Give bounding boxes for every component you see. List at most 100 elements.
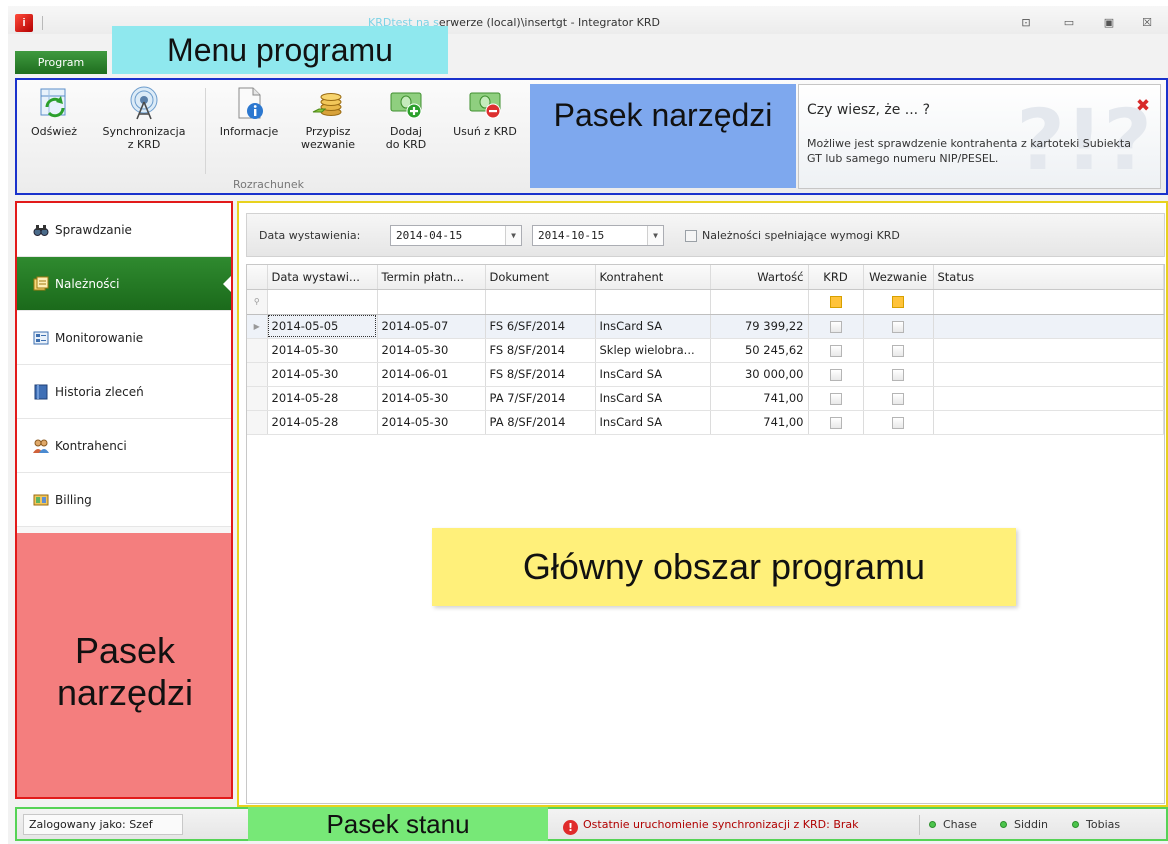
cell-status[interactable] [933, 338, 1164, 363]
cell-due-date[interactable]: 2014-05-30 [377, 386, 486, 411]
cell-document[interactable]: PA 8/SF/2014 [485, 410, 596, 435]
cell-summons[interactable] [863, 410, 934, 435]
krd-checkbox[interactable] [829, 368, 842, 381]
cell-contractor[interactable]: InsCard SA [595, 386, 711, 411]
cell-krd[interactable] [808, 362, 864, 387]
app-logo-icon[interactable]: i [15, 14, 33, 32]
maximize-icon[interactable]: ▣ [1098, 15, 1120, 31]
date-to-field[interactable]: 2014-10-15 ▼ [532, 225, 664, 246]
filter-cell[interactable] [863, 289, 934, 315]
cell-krd[interactable] [808, 314, 864, 339]
chevron-down-icon[interactable]: ▼ [647, 226, 663, 245]
filter-cell[interactable] [485, 289, 596, 315]
cell-value[interactable]: 50 245,62 [710, 338, 809, 363]
tip-close-icon[interactable]: ✖ [1134, 97, 1152, 115]
cell-status[interactable] [933, 386, 1164, 411]
summons-checkbox[interactable] [892, 344, 904, 357]
restore-icon[interactable]: ⊡ [1015, 15, 1037, 31]
nav-item-kontrahenci[interactable]: Kontrahenci [17, 419, 231, 473]
krd-filter-checkbox[interactable] [829, 296, 842, 308]
cell-issue-date[interactable]: 2014-05-30 [267, 338, 378, 363]
krd-requirements-checkbox[interactable] [685, 230, 697, 242]
receivables-icon [33, 276, 49, 290]
cell-krd[interactable] [808, 410, 864, 435]
cell-issue-date[interactable]: 2014-05-30 [267, 362, 378, 387]
cell-status[interactable] [933, 410, 1164, 435]
cell-krd[interactable] [808, 338, 864, 363]
cell-value[interactable]: 741,00 [710, 386, 809, 411]
krd-checkbox[interactable] [829, 392, 842, 405]
cell-due-date[interactable]: 2014-05-07 [377, 314, 486, 339]
filter-cell[interactable] [377, 289, 486, 315]
cell-document[interactable]: FS 6/SF/2014 [485, 314, 596, 339]
cell-issue-date[interactable]: 2014-05-05 [267, 314, 378, 339]
filter-cell[interactable] [710, 289, 809, 315]
krd-checkbox[interactable] [829, 344, 842, 357]
cell-summons[interactable] [863, 362, 934, 387]
cell-due-date[interactable]: 2014-05-30 [377, 410, 486, 435]
cell-status[interactable] [933, 362, 1164, 387]
cell-value[interactable]: 79 399,22 [710, 314, 809, 339]
cell-document[interactable]: FS 8/SF/2014 [485, 338, 596, 363]
filter-cell[interactable] [933, 289, 1164, 315]
minimize-icon[interactable]: ▭ [1058, 15, 1080, 31]
summons-checkbox[interactable] [892, 368, 904, 381]
nav-item-naleznosci[interactable]: Należności [17, 257, 231, 311]
cell-contractor[interactable]: Sklep wielobra... [595, 338, 711, 363]
summons-checkbox[interactable] [892, 392, 904, 405]
table-row[interactable]: ▶ 2014-05-05 2014-05-07 FS 6/SF/2014 InsCard… [247, 314, 1164, 339]
nav-item-historia-zlecen[interactable]: Historia zleceń [17, 365, 231, 419]
sync-krd-button[interactable]: Synchronizacja z KRD [94, 86, 194, 151]
summons-checkbox[interactable] [892, 416, 904, 429]
column-header-document[interactable]: Dokument [485, 265, 596, 290]
cell-issue-date[interactable]: 2014-05-28 [267, 410, 378, 435]
cell-value[interactable]: 741,00 [710, 410, 809, 435]
sync-krd-button-label: Synchronizacja z KRD [102, 125, 186, 151]
cell-krd[interactable] [808, 386, 864, 411]
column-header-issue-date[interactable]: Data wystawi... [267, 265, 378, 290]
table-row[interactable]: 2014-05-30 2014-06-01 FS 8/SF/2014 InsCard … [247, 362, 1164, 387]
cell-summons[interactable] [863, 338, 934, 363]
cell-value[interactable]: 30 000,00 [710, 362, 809, 387]
information-button[interactable]: Informacje [213, 86, 285, 138]
cell-contractor[interactable]: InsCard SA [595, 410, 711, 435]
column-header-krd[interactable]: KRD [808, 265, 864, 290]
date-from-field[interactable]: 2014-04-15 ▼ [390, 225, 522, 246]
cell-document[interactable]: PA 7/SF/2014 [485, 386, 596, 411]
column-header-summons[interactable]: Wezwanie [863, 265, 934, 290]
column-header-status[interactable]: Status [933, 265, 1164, 290]
remove-from-krd-button[interactable]: Usuń z KRD [447, 86, 523, 138]
assign-summons-button[interactable]: Przypisz wezwanie [293, 86, 363, 151]
nav-item-label: Billing [55, 492, 92, 507]
krd-checkbox[interactable] [829, 320, 842, 333]
summons-checkbox[interactable] [892, 320, 904, 333]
filter-cell[interactable] [808, 289, 864, 315]
cell-issue-date[interactable]: 2014-05-28 [267, 386, 378, 411]
cell-contractor[interactable]: InsCard SA [595, 314, 711, 339]
refresh-button[interactable]: Odśwież [21, 86, 87, 138]
cell-due-date[interactable]: 2014-06-01 [377, 362, 486, 387]
chevron-down-icon[interactable]: ▼ [505, 226, 521, 245]
program-menu-tab[interactable]: Program [15, 51, 107, 74]
column-header-value[interactable]: Wartość [710, 265, 809, 290]
summons-filter-checkbox[interactable] [892, 296, 904, 308]
filter-cell[interactable] [267, 289, 378, 315]
nav-item-sprawdzanie[interactable]: Sprawdzanie [17, 203, 231, 257]
column-header-contractor[interactable]: Kontrahent [595, 265, 711, 290]
table-row[interactable]: 2014-05-30 2014-05-30 FS 8/SF/2014 Sklep wi… [247, 338, 1164, 363]
nav-item-monitorowanie[interactable]: Monitorowanie [17, 311, 231, 365]
cell-contractor[interactable]: InsCard SA [595, 362, 711, 387]
krd-checkbox[interactable] [829, 416, 842, 429]
column-header-due-date[interactable]: Termin płatn... [377, 265, 486, 290]
cell-document[interactable]: FS 8/SF/2014 [485, 362, 596, 387]
table-row[interactable]: 2014-05-28 2014-05-30 PA 7/SF/2014 InsCard … [247, 386, 1164, 411]
close-icon[interactable]: ☒ [1136, 15, 1158, 31]
cell-status[interactable] [933, 314, 1164, 339]
nav-item-billing[interactable]: Billing [17, 473, 231, 527]
cell-summons[interactable] [863, 386, 934, 411]
cell-due-date[interactable]: 2014-05-30 [377, 338, 486, 363]
filter-cell[interactable] [595, 289, 711, 315]
add-to-krd-button[interactable]: Dodaj do KRD [377, 86, 435, 151]
table-row[interactable]: 2014-05-28 2014-05-30 PA 8/SF/2014 InsCard … [247, 410, 1164, 435]
cell-summons[interactable] [863, 314, 934, 339]
